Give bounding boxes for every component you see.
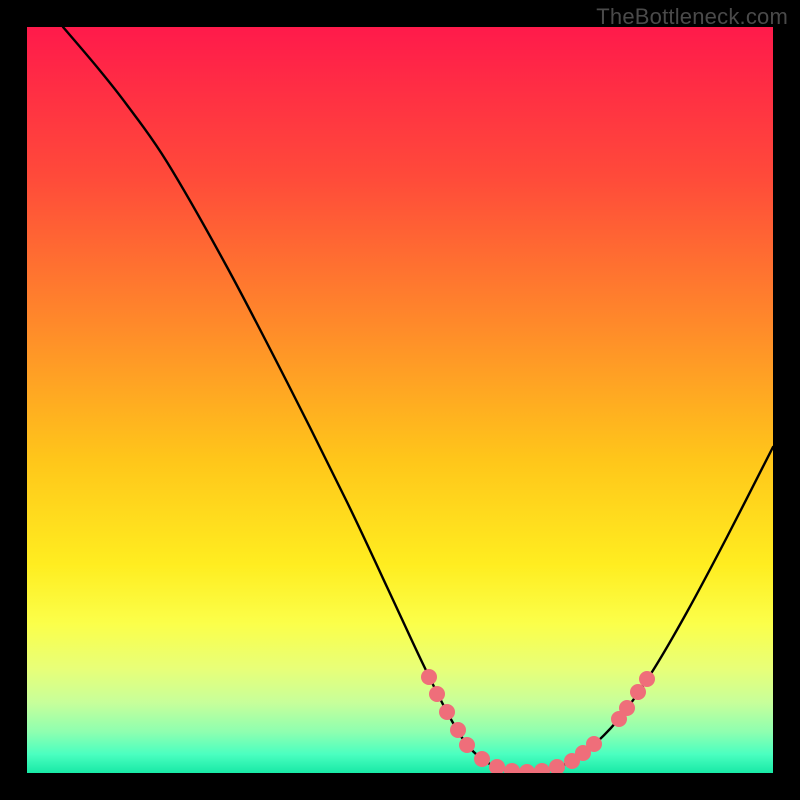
data-marker xyxy=(429,686,445,702)
data-marker xyxy=(439,704,455,720)
data-marker xyxy=(639,671,655,687)
data-marker xyxy=(474,751,490,767)
data-marker xyxy=(619,700,635,716)
data-marker xyxy=(421,669,437,685)
watermark-text: TheBottleneck.com xyxy=(596,4,788,30)
plot-area xyxy=(27,27,773,773)
data-marker xyxy=(459,737,475,753)
chart-frame: TheBottleneck.com xyxy=(0,0,800,800)
data-marker xyxy=(630,684,646,700)
data-marker xyxy=(586,736,602,752)
chart-svg xyxy=(27,27,773,773)
gradient-background xyxy=(27,27,773,773)
data-marker xyxy=(450,722,466,738)
